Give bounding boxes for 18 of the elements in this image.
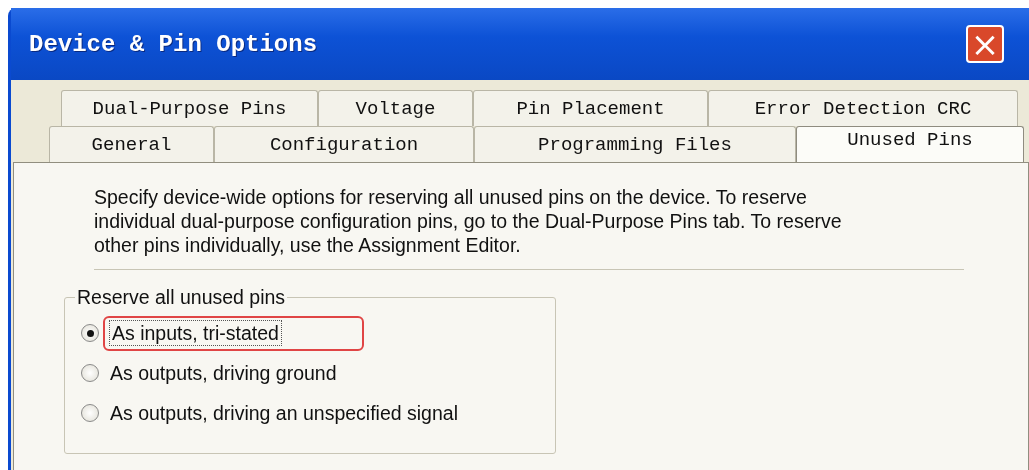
radio-label[interactable]: As inputs, tri-stated	[109, 319, 282, 346]
radio-button[interactable]	[81, 364, 99, 382]
tab[interactable]: Voltage	[318, 90, 473, 126]
radio-label[interactable]: As outputs, driving ground	[107, 359, 340, 387]
tab[interactable]: Programming Files	[474, 126, 796, 162]
tab[interactable]: General	[49, 126, 214, 162]
window-title: Device & Pin Options	[28, 30, 318, 58]
radio-button[interactable]	[81, 324, 99, 342]
radio-label[interactable]: As outputs, driving an unspecified signal	[107, 399, 461, 427]
tab[interactable]: Configuration	[214, 126, 474, 162]
tab[interactable]: Dual-Purpose Pins	[61, 90, 318, 126]
tab[interactable]: Error Detection CRC	[708, 90, 1018, 126]
group-title: Reserve all unused pins	[76, 286, 287, 309]
tab[interactable]: Pin Placement	[473, 90, 708, 126]
tab[interactable]: Unused Pins	[796, 126, 1024, 162]
close-button[interactable]: ×	[966, 25, 1004, 63]
radio-button[interactable]	[81, 404, 99, 422]
description-text: Specify device-wide options for reserving all unused pins on the device. To reserve individual dual-purpose configuration pins, go to the Dual-Purpose Pins tab. To reserve other pins individually, use the Assignment Editor.	[94, 185, 843, 257]
